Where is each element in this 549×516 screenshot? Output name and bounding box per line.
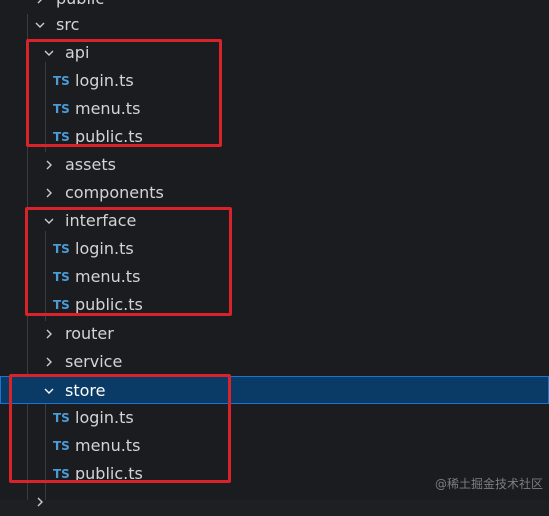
typescript-file-icon: TS (53, 270, 70, 284)
chevron-down-icon[interactable] (33, 11, 47, 39)
chevron-down-icon[interactable] (42, 207, 56, 235)
file-label: menu.ts (75, 436, 141, 455)
folder-label: components (65, 183, 164, 202)
tree-file[interactable]: TS menu.ts (0, 95, 549, 123)
tree-file[interactable]: TS login.ts (0, 404, 549, 432)
tree-file[interactable]: TS public.ts (0, 123, 549, 151)
file-label: menu.ts (75, 267, 141, 286)
chevron-right-icon[interactable] (42, 151, 56, 179)
typescript-file-icon: TS (53, 74, 70, 88)
watermark: @稀土掘金技术社区 (434, 477, 543, 491)
typescript-file-icon: TS (53, 439, 70, 453)
tree-folder-service[interactable]: service (0, 348, 549, 376)
chevron-right-icon[interactable] (33, 488, 47, 516)
tree-folder-src[interactable]: src (0, 11, 549, 39)
folder-label: router (65, 324, 114, 343)
typescript-file-icon: TS (53, 298, 70, 312)
file-label: public.ts (75, 295, 143, 314)
file-label: login.ts (75, 408, 134, 427)
tree-file[interactable]: TS menu.ts (0, 432, 549, 460)
tree-file[interactable]: TS public.ts (0, 291, 549, 319)
chevron-down-icon[interactable] (42, 377, 56, 405)
tree-folder-partial[interactable] (0, 488, 549, 516)
typescript-file-icon: TS (53, 130, 70, 144)
typescript-file-icon: TS (53, 102, 70, 116)
folder-label: interface (65, 211, 137, 230)
folder-label: src (56, 15, 80, 34)
chevron-right-icon[interactable] (42, 348, 56, 376)
file-label: login.ts (75, 239, 134, 258)
typescript-file-icon: TS (53, 411, 70, 425)
tree-file[interactable]: TS menu.ts (0, 263, 549, 291)
tree-folder-components[interactable]: components (0, 179, 549, 207)
typescript-file-icon: TS (53, 467, 70, 481)
tree-folder-assets[interactable]: assets (0, 151, 549, 179)
file-label: public.ts (75, 127, 143, 146)
folder-label: store (65, 381, 106, 400)
file-label: login.ts (75, 71, 134, 90)
file-label: public.ts (75, 464, 143, 483)
chevron-right-icon[interactable] (42, 320, 56, 348)
folder-label: service (65, 352, 123, 371)
tree-file[interactable]: TS login.ts (0, 235, 549, 263)
tree-folder-api[interactable]: api (0, 39, 549, 67)
tree-folder-router[interactable]: router (0, 320, 549, 348)
folder-label: assets (65, 155, 116, 174)
folder-label: api (65, 43, 90, 62)
file-explorer: public src api TS login.ts TS menu.ts TS… (0, 0, 549, 507)
chevron-down-icon[interactable] (42, 39, 56, 67)
typescript-file-icon: TS (53, 242, 70, 256)
chevron-right-icon[interactable] (42, 179, 56, 207)
tree-file[interactable]: TS login.ts (0, 67, 549, 95)
tree-folder-store[interactable]: store (0, 376, 549, 404)
file-label: menu.ts (75, 99, 141, 118)
tree-folder-interface[interactable]: interface (0, 207, 549, 235)
